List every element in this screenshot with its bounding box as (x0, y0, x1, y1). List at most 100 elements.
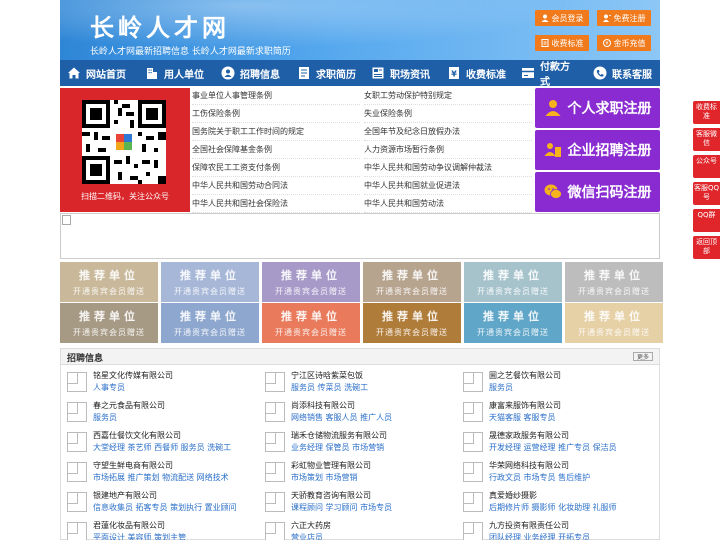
company-name[interactable]: 圌之艺餐饮有限公司 (489, 370, 561, 381)
company-name[interactable]: 六正大药房 (291, 520, 331, 531)
job-positions[interactable]: 服务员 (93, 412, 117, 423)
job-positions[interactable]: 服务员 传菜员 洗碗工 (291, 382, 368, 393)
job-positions[interactable]: 业务经理 保管员 市场营销 (291, 442, 384, 453)
nav-employers[interactable]: 用人单位 (138, 60, 214, 86)
law-link[interactable]: 国务院关于职工工作时间的规定 (192, 124, 360, 141)
company-logo[interactable] (265, 372, 285, 392)
law-link[interactable]: 人力资源市场暂行条例 (364, 142, 532, 159)
company-name[interactable]: 君蓮化妆品有限公司 (93, 520, 165, 531)
company-name[interactable]: 天骄教育咨询有限公司 (291, 490, 371, 501)
company-name[interactable]: 西嘉仕餐饮文化有限公司 (93, 430, 181, 441)
company-logo[interactable] (463, 492, 483, 512)
job-card[interactable]: 宁江区诗晗紫菜包饭 服务员 传菜员 洗碗工 (259, 367, 455, 395)
law-link[interactable]: 失业保险条例 (364, 106, 532, 123)
nav-home[interactable]: 网站首页 (60, 60, 138, 86)
job-card[interactable]: 西嘉仕餐饮文化有限公司 大堂经理 茶艺师 西餐师 服务员 洗碗工 (61, 427, 257, 455)
company-logo[interactable] (463, 522, 483, 540)
law-link[interactable]: 事业单位人事管理条例 (192, 88, 360, 105)
job-positions[interactable]: 团队经理 业务经理 开拓专员 (489, 532, 590, 540)
job-card[interactable]: 瑞禾仓储物流服务有限公司 业务经理 保管员 市场营销 (259, 427, 455, 455)
company-logo[interactable] (67, 522, 87, 540)
job-card[interactable]: 守望生鲜电商有限公司 市场拓展 推广策划 物流配送 网络技术 (61, 457, 257, 485)
company-logo[interactable] (67, 492, 87, 512)
recharge-button[interactable]: ¥ 金币充值 (597, 35, 651, 51)
job-positions[interactable]: 信息收集员 拓客专员 策划执行 置业顾问 (93, 502, 237, 513)
law-link[interactable]: 中华人民共和国劳动争议调解仲裁法 (364, 160, 532, 177)
banner-image[interactable] (60, 213, 660, 259)
company-logo[interactable] (67, 432, 87, 452)
nav-payment[interactable]: 付款方式 (514, 60, 586, 88)
company-logo[interactable] (463, 402, 483, 422)
company-logo[interactable] (463, 462, 483, 482)
job-card[interactable]: 真爱婚纱摄影 后期修片师 摄影师 化妆助理 礼服师 (457, 487, 653, 515)
company-logo[interactable] (265, 522, 285, 540)
job-card[interactable]: 彩虹物业管理有限公司 市场策划 市场营销 (259, 457, 455, 485)
company-logo[interactable] (67, 402, 87, 422)
float-official-account[interactable]: 公众号 (693, 155, 720, 178)
law-link[interactable]: 全国社会保障基金条例 (192, 142, 360, 159)
recommended-unit-tile[interactable]: 推荐单位 开通贵宾会员赠送 (60, 262, 158, 302)
job-positions[interactable]: 开发经理 运营经理 推广专员 保洁员 (489, 442, 617, 453)
company-name[interactable]: 守望生鲜电商有限公司 (93, 460, 173, 471)
law-link[interactable]: 女职工劳动保护特别规定 (364, 88, 532, 105)
login-button[interactable]: 会员登录 (535, 10, 589, 26)
company-logo[interactable] (265, 492, 285, 512)
company-logo[interactable] (265, 402, 285, 422)
recommended-unit-tile[interactable]: 推荐单位 开通贵宾会员赠送 (363, 262, 461, 302)
recommended-unit-tile[interactable]: 推荐单位 开通贵宾会员赠送 (565, 262, 663, 302)
law-link[interactable]: 中华人民共和国劳动合同法 (192, 178, 360, 195)
job-positions[interactable]: 市场策划 市场营销 (291, 472, 358, 483)
job-positions[interactable]: 营业店员 (291, 532, 323, 540)
float-qq-service[interactable]: 客服QQ号 (693, 182, 720, 205)
law-link[interactable]: 中华人民共和国社会保险法 (192, 196, 360, 213)
float-fees[interactable]: 收费标准 (693, 101, 720, 124)
job-card[interactable]: 天骄教育咨询有限公司 课程顾问 学习顾问 市场专员 (259, 487, 455, 515)
company-name[interactable]: 晟德家政服务有限公司 (489, 430, 569, 441)
recommended-unit-tile[interactable]: 推荐单位 开通贵宾会员赠送 (161, 303, 259, 343)
site-title[interactable]: 长岭人才网 (90, 8, 230, 43)
job-card[interactable]: 晟德家政服务有限公司 开发经理 运营经理 推广专员 保洁员 (457, 427, 653, 455)
nav-news[interactable]: 职场资讯 (364, 60, 440, 86)
float-back-to-top[interactable]: 返回顶部 (693, 236, 720, 259)
law-link[interactable]: 全国年节及纪念日放假办法 (364, 124, 532, 141)
job-positions[interactable]: 大堂经理 茶艺师 西餐师 服务员 洗碗工 (93, 442, 231, 453)
company-name[interactable]: 康富来服饰有限公司 (489, 400, 561, 411)
job-positions[interactable]: 服务员 (489, 382, 513, 393)
fee-button[interactable]: 收费标准 (535, 35, 589, 51)
recommended-unit-tile[interactable]: 推荐单位 开通贵宾会员赠送 (464, 262, 562, 302)
company-name[interactable]: 铭星文化传媒有限公司 (93, 370, 173, 381)
company-register-button[interactable]: 企业招聘注册 (535, 130, 660, 170)
job-card[interactable]: 银建地产有限公司 信息收集员 拓客专员 策划执行 置业顾问 (61, 487, 257, 515)
nav-resumes[interactable]: 求职简历 (290, 60, 364, 86)
law-link[interactable]: 保障农民工工资支付条例 (192, 160, 360, 177)
job-positions[interactable]: 天猫客服 客服专员 (489, 412, 556, 423)
company-name[interactable]: 九方投资有限责任公司 (489, 520, 569, 531)
company-logo[interactable] (67, 462, 87, 482)
personal-register-button[interactable]: 个人求职注册 (535, 88, 660, 128)
job-card[interactable]: 康富来服饰有限公司 天猫客服 客服专员 (457, 397, 653, 425)
nav-contact[interactable]: 联系客服 (586, 60, 660, 86)
recommended-unit-tile[interactable]: 推荐单位 开通贵宾会员赠送 (363, 303, 461, 343)
recommended-unit-tile[interactable]: 推荐单位 开通贵宾会员赠送 (464, 303, 562, 343)
nav-fees[interactable]: ¥ 收费标准 (440, 60, 514, 86)
job-positions[interactable]: 课程顾问 学习顾问 市场专员 (291, 502, 392, 513)
company-logo[interactable] (67, 372, 87, 392)
job-card[interactable]: 圌之艺餐饮有限公司 服务员 (457, 367, 653, 395)
company-name[interactable]: 宁江区诗晗紫菜包饭 (291, 370, 363, 381)
law-link[interactable]: 中华人民共和国就业促进法 (364, 178, 532, 195)
recommended-unit-tile[interactable]: 推荐单位 开通贵宾会员赠送 (565, 303, 663, 343)
company-logo[interactable] (265, 432, 285, 452)
job-card[interactable]: 铭星文化传媒有限公司 人事专员 (61, 367, 257, 395)
company-name[interactable]: 瑞禾仓储物流服务有限公司 (291, 430, 387, 441)
job-positions[interactable]: 平面设计 美容师 策划主管 (93, 532, 186, 540)
company-name[interactable]: 彩虹物业管理有限公司 (291, 460, 371, 471)
float-qq-group[interactable]: QQ群 (693, 209, 720, 232)
company-logo[interactable] (463, 372, 483, 392)
recommended-unit-tile[interactable]: 推荐单位 开通贵宾会员赠送 (262, 262, 360, 302)
job-positions[interactable]: 人事专员 (93, 382, 125, 393)
nav-jobs[interactable]: 招聘信息 (214, 60, 290, 86)
float-wechat-service[interactable]: 客服微信 (693, 128, 720, 151)
recommended-unit-tile[interactable]: 推荐单位 开通贵宾会员赠送 (161, 262, 259, 302)
recommended-unit-tile[interactable]: 推荐单位 开通贵宾会员赠送 (60, 303, 158, 343)
company-name[interactable]: 春之元食品有限公司 (93, 400, 165, 411)
